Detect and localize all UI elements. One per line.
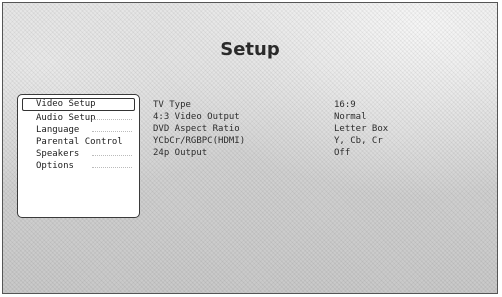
page-title: Setup <box>220 39 280 60</box>
setting-row-dvd-aspect-ratio[interactable]: DVD Aspect Ratio Letter Box <box>153 123 488 135</box>
menu-item-label: Language <box>36 125 80 135</box>
menu-item-options[interactable]: Options <box>22 160 135 172</box>
menu-item-speakers[interactable]: Speakers <box>22 148 135 160</box>
setup-screen: Setup Video Setup Audio Setup Language P… <box>2 2 498 294</box>
menu-item-dots <box>92 167 132 168</box>
setting-row-video-output[interactable]: 4:3 Video Output Normal <box>153 111 488 123</box>
menu-item-video-setup[interactable]: Video Setup <box>22 98 135 111</box>
setting-label: TV Type <box>153 100 191 110</box>
setting-value: Normal <box>334 112 367 122</box>
menu-item-label: Speakers <box>36 149 80 159</box>
menu-item-label: Audio Setup <box>36 113 96 123</box>
setting-label: YCbCr/RGBPC(HDMI) <box>153 136 246 146</box>
setting-row-color-space[interactable]: YCbCr/RGBPC(HDMI) Y, Cb, Cr <box>153 135 488 147</box>
setting-row-tv-type[interactable]: TV Type 16:9 <box>153 99 488 111</box>
menu-item-dots <box>92 155 132 156</box>
setting-value: 16:9 <box>334 100 356 110</box>
menu-item-audio-setup[interactable]: Audio Setup <box>22 112 135 124</box>
menu-item-label: Options <box>36 161 74 171</box>
menu-item-dots <box>92 131 132 132</box>
menu-item-dots <box>92 119 132 120</box>
setting-row-24p-output[interactable]: 24p Output Off <box>153 147 488 159</box>
setting-label: DVD Aspect Ratio <box>153 124 240 134</box>
setting-value: Y, Cb, Cr <box>334 136 383 146</box>
setting-value: Off <box>334 148 351 158</box>
menu-item-label: Video Setup <box>36 99 96 109</box>
menu-item-label: Parental Control <box>36 137 123 147</box>
menu-item-language[interactable]: Language <box>22 124 135 136</box>
video-settings-list: TV Type 16:9 4:3 Video Output Normal DVD… <box>153 99 488 159</box>
setup-menu: Video Setup Audio Setup Language Parenta… <box>17 94 140 218</box>
setup-menu-list: Video Setup Audio Setup Language Parenta… <box>18 95 139 172</box>
setting-label: 4:3 Video Output <box>153 112 240 122</box>
setting-label: 24p Output <box>153 148 208 158</box>
setting-value: Letter Box <box>334 124 389 134</box>
menu-item-parental-control[interactable]: Parental Control <box>22 136 135 148</box>
